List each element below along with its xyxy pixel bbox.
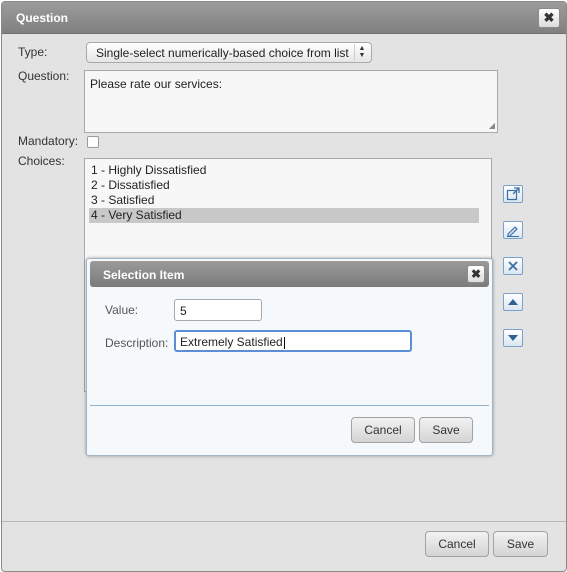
add-icon (506, 187, 520, 201)
selection-save-button[interactable]: Save (419, 417, 473, 443)
type-label: Type: (18, 45, 48, 59)
move-up-button[interactable] (503, 293, 523, 311)
choice-item[interactable]: 2 - Dissatisfied (89, 178, 479, 193)
selection-item-divider (90, 405, 489, 406)
value-label: Value: (105, 303, 139, 317)
description-input[interactable]: Extremely Satisfied (174, 330, 412, 352)
mandatory-checkbox[interactable] (87, 136, 99, 148)
question-dialog-title: Question (16, 11, 69, 25)
question-save-button[interactable]: Save (493, 531, 548, 557)
description-label: Description: (105, 336, 169, 350)
selection-item-dialog: Selection Item ✖ Value: 5 Description: E… (86, 258, 493, 456)
choices-label: Choices: (18, 154, 65, 168)
type-select-value: Single-select numerically-based choice f… (96, 46, 349, 60)
mandatory-label: Mandatory: (18, 134, 79, 148)
choice-item-selected[interactable]: 4 - Very Satisfied (89, 208, 479, 223)
selection-item-close-button[interactable]: ✖ (467, 265, 485, 283)
question-dialog-titlebar[interactable]: Question ✖ (2, 2, 566, 34)
choice-item[interactable]: 1 - Highly Dissatisfied (89, 163, 479, 178)
edit-icon (507, 226, 519, 237)
value-input[interactable]: 5 (174, 299, 262, 321)
move-down-button[interactable] (503, 329, 523, 347)
question-textarea[interactable]: Please rate our services: ◢ (84, 70, 498, 133)
question-cancel-button[interactable]: Cancel (425, 531, 489, 557)
description-text: Extremely Satisfied (180, 335, 283, 349)
delete-icon (508, 261, 518, 271)
edit-choice-button[interactable] (503, 221, 523, 239)
selection-cancel-button[interactable]: Cancel (351, 417, 415, 443)
type-select[interactable]: Single-select numerically-based choice f… (86, 42, 372, 63)
question-text: Please rate our services: (90, 77, 223, 91)
selection-item-title: Selection Item (103, 268, 185, 282)
move-up-icon (508, 299, 518, 305)
question-label: Question: (18, 69, 70, 83)
selection-item-titlebar[interactable]: Selection Item ✖ (90, 261, 489, 287)
select-arrows-icon: ▲ ▼ (354, 44, 369, 61)
text-cursor (283, 336, 285, 349)
add-choice-button[interactable] (503, 185, 523, 203)
move-down-icon (508, 335, 518, 341)
delete-choice-button[interactable] (503, 257, 523, 275)
choice-item[interactable]: 3 - Satisfied (89, 193, 479, 208)
question-dialog-close-button[interactable]: ✖ (538, 8, 560, 28)
footer-divider (2, 521, 566, 522)
resize-grip-icon[interactable]: ◢ (489, 121, 495, 130)
